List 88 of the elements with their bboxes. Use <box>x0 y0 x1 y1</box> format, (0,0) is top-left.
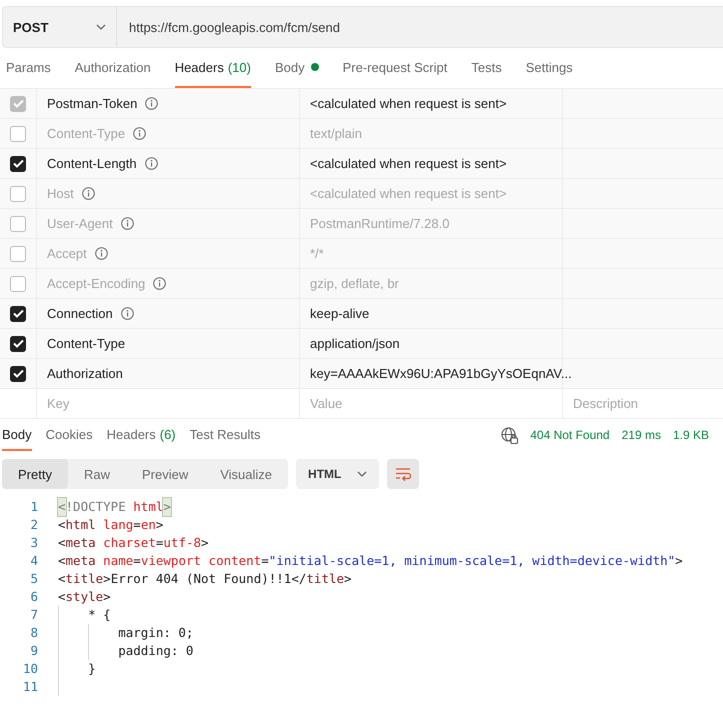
checkmark-icon <box>12 99 24 108</box>
code-line: <!DOCTYPE html> <box>58 498 171 516</box>
code-line: <html lang=en> <box>58 516 164 534</box>
header-key: Host <box>47 186 74 201</box>
header-key: Accept-Encoding <box>47 276 146 291</box>
code-line: margin: 0; <box>58 624 194 642</box>
info-icon[interactable] <box>120 307 134 320</box>
line-number: 6 <box>29 588 39 606</box>
globe-lock-icon[interactable] <box>501 426 518 444</box>
request-tab[interactable]: Params <box>6 48 51 88</box>
caret-icon <box>96 24 106 30</box>
response-tab[interactable]: Cookies <box>46 419 93 451</box>
checkbox[interactable] <box>10 336 26 352</box>
info-icon[interactable] <box>94 247 108 260</box>
checkmark-icon <box>12 339 24 348</box>
code-line: <title>Error 404 (Not Found)!!1</title> <box>58 570 352 588</box>
checkbox[interactable] <box>10 156 26 172</box>
header-value: gzip, deflate, br <box>310 276 399 291</box>
header-value: PostmanRuntime/7.28.0 <box>310 216 450 231</box>
checkbox[interactable] <box>10 186 26 202</box>
header-value: <calculated when request is sent> <box>310 156 507 171</box>
info-icon[interactable] <box>153 277 166 290</box>
checkmark-icon <box>12 159 24 168</box>
method-dropdown[interactable]: POST <box>3 7 117 47</box>
code-line: <meta charset=utf-8> <box>58 534 209 552</box>
header-value: <calculated when request is sent> <box>310 96 507 111</box>
info-icon[interactable] <box>133 127 146 140</box>
request-tab[interactable]: Authorization <box>74 48 151 88</box>
line-number: 8 <box>29 624 39 642</box>
line-number: 3 <box>29 534 39 552</box>
checkbox[interactable] <box>10 306 26 322</box>
line-number: 4 <box>29 552 39 570</box>
response-tab[interactable]: Body <box>2 419 32 451</box>
view-tab[interactable]: Preview <box>126 459 204 489</box>
request-tab[interactable]: Body <box>274 48 319 88</box>
line-number: 5 <box>29 570 39 588</box>
request-tab[interactable]: Pre-request Script <box>342 48 448 88</box>
wrap-lines-icon <box>395 467 412 481</box>
request-tab[interactable]: Tests <box>471 48 502 88</box>
checkbox[interactable] <box>10 276 26 292</box>
wrap-button[interactable] <box>387 459 420 489</box>
response-time[interactable]: 219 ms <box>622 428 661 442</box>
view-tab[interactable]: Raw <box>68 459 126 489</box>
checkbox[interactable] <box>10 246 26 262</box>
response-size[interactable]: 1.9 KB <box>672 428 709 442</box>
checkmark-icon <box>12 369 24 378</box>
code-line: } <box>58 660 96 678</box>
header-value: text/plain <box>310 126 362 141</box>
line-number: 7 <box>29 606 39 624</box>
line-number: 11 <box>22 678 39 696</box>
info-icon[interactable] <box>120 217 134 230</box>
request-tab[interactable]: Settings <box>526 48 573 88</box>
header-key: Authorization <box>47 366 123 381</box>
view-tab[interactable]: Visualize <box>204 459 288 489</box>
line-number: 2 <box>29 516 39 534</box>
header-key: Connection <box>47 306 113 321</box>
response-tab[interactable]: Test Results <box>190 419 260 451</box>
header-value: application/json <box>310 336 400 351</box>
header-value: <calculated when request is sent> <box>310 186 507 201</box>
header-key: Content-Length <box>47 156 137 171</box>
code-line: * { <box>58 606 111 624</box>
info-icon[interactable] <box>82 187 95 200</box>
header-key: Content-Type <box>47 126 126 141</box>
line-number: 1 <box>29 498 39 516</box>
code-line: padding: 0 <box>58 642 194 660</box>
view-tab[interactable]: Pretty <box>2 459 68 489</box>
header-value: keep-alive <box>310 306 370 321</box>
checkmark-icon <box>12 309 24 318</box>
info-icon[interactable] <box>144 157 158 170</box>
header-value: key=AAAAkEWx96U:APA91bGyYsOEqnAV... <box>310 366 572 381</box>
response-tab[interactable]: Headers (6) <box>106 419 176 451</box>
header-key: Postman-Token <box>47 96 138 111</box>
checkbox[interactable] <box>10 366 26 382</box>
info-icon[interactable] <box>145 97 158 110</box>
header-key: Content-Type <box>47 336 126 351</box>
checkbox[interactable] <box>10 216 26 232</box>
header-key: User-Agent <box>47 216 113 231</box>
line-number: 10 <box>22 660 39 678</box>
url-field[interactable]: https://fcm.googleapis.com/fcm/send <box>117 7 723 47</box>
format-dropdown[interactable]: HTML <box>296 459 380 489</box>
status-code[interactable]: 404 Not Found <box>530 428 610 442</box>
code-line: <style> <box>58 588 111 606</box>
header-value: */* <box>310 246 324 261</box>
line-number: 9 <box>29 642 39 660</box>
header-key: Accept <box>47 246 87 261</box>
checkbox[interactable] <box>10 126 26 142</box>
code-line: <meta name=viewport content="initial-scale=1, minimum-scale=1, width=device-width"> <box>58 552 683 570</box>
caret-icon <box>357 471 368 477</box>
